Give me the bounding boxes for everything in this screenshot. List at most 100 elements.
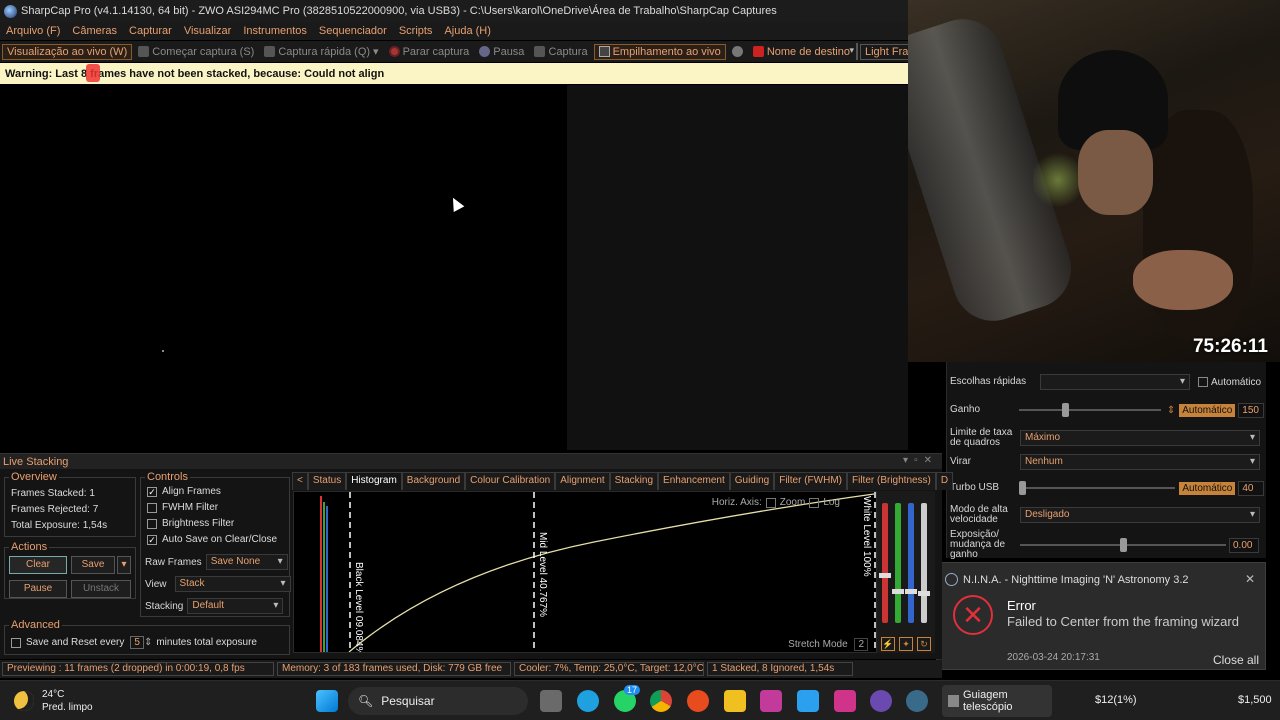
- panel-window-buttons[interactable]: ▾▫✕: [903, 455, 938, 466]
- close-icon[interactable]: ✕: [1245, 572, 1255, 586]
- nina-icon[interactable]: [906, 690, 928, 712]
- onenote-icon[interactable]: [760, 690, 782, 712]
- stop-capture-button[interactable]: Parar captura: [385, 45, 474, 59]
- clear-button[interactable]: Clear: [9, 556, 67, 574]
- tab-guiding[interactable]: Guiding: [729, 472, 775, 490]
- tab-enhancement[interactable]: Enhancement: [658, 472, 730, 490]
- usb-auto-button[interactable]: Automático: [1179, 481, 1236, 495]
- green-slider-knob[interactable]: [892, 589, 904, 594]
- tab-alignment[interactable]: Alignment: [555, 472, 610, 490]
- close-all-button[interactable]: Close all: [1213, 653, 1259, 667]
- tab-status[interactable]: Status: [307, 472, 347, 490]
- menu-sequencer[interactable]: Sequenciador: [313, 25, 393, 37]
- stretch-mode-input[interactable]: 2: [854, 638, 868, 651]
- start-button-windows-icon[interactable]: [316, 690, 338, 712]
- gain-slider[interactable]: [1018, 402, 1161, 418]
- blue-level-slider[interactable]: [908, 503, 914, 623]
- menu-help[interactable]: Ajuda (H): [438, 25, 496, 37]
- stretch-mode: Stretch Mode 2: [788, 638, 868, 651]
- align-frames-checkbox[interactable]: ✓: [147, 486, 157, 497]
- menu-capture[interactable]: Capturar: [123, 25, 178, 37]
- menu-tools[interactable]: Instrumentos: [237, 25, 313, 37]
- stacking-dropdown[interactable]: Default: [187, 598, 284, 614]
- tab-histogram[interactable]: Histogram: [346, 472, 402, 490]
- start-capture-button[interactable]: Começar captura (S): [134, 45, 258, 59]
- menu-scripts[interactable]: Scripts: [393, 25, 439, 37]
- star-icon[interactable]: ✦: [899, 637, 913, 651]
- save-options-chevron-icon[interactable]: ▾: [117, 556, 131, 574]
- auto-save-checkbox[interactable]: ✓: [147, 534, 157, 545]
- color-level-sliders: ⚡ ✦ ↻: [877, 491, 935, 653]
- stepper-arrows-icon[interactable]: ⇕: [144, 637, 152, 648]
- usb-turbo-slider[interactable]: [1018, 480, 1176, 496]
- unstack-button[interactable]: Unstack: [71, 580, 131, 598]
- red-level-slider[interactable]: [882, 503, 888, 623]
- capture-button[interactable]: Captura: [530, 45, 591, 59]
- luminance-level-slider[interactable]: [921, 503, 927, 623]
- zoom-checkbox[interactable]: [765, 497, 776, 508]
- target-name-dropdown[interactable]: [849, 43, 858, 60]
- stellarium-icon[interactable]: [870, 690, 892, 712]
- phd2-guiding-task[interactable]: Guiagem telescópio: [942, 685, 1052, 717]
- framerate-dropdown[interactable]: Máximo: [1020, 430, 1260, 446]
- quick-picks-dropdown[interactable]: [1040, 374, 1190, 390]
- histogram-display[interactable]: Black Level 09.084% Mid Level 40.767% Wh…: [293, 491, 877, 653]
- fwhm-filter-checkbox[interactable]: [147, 502, 157, 513]
- live-view-button[interactable]: Visualização ao vivo (W): [2, 43, 133, 60]
- office-icon[interactable]: [687, 690, 709, 712]
- gain-slider-thumb[interactable]: [1061, 403, 1069, 417]
- auto-checkbox[interactable]: [1198, 377, 1208, 387]
- menu-cameras[interactable]: Câmeras: [66, 25, 123, 37]
- pause-stack-button[interactable]: Pause: [9, 580, 67, 598]
- overlay-app-icon[interactable]: [86, 64, 100, 82]
- exposure-change-slider[interactable]: [1020, 537, 1226, 553]
- flip-dropdown[interactable]: Nenhum: [1020, 454, 1260, 470]
- high-speed-dropdown[interactable]: Desligado: [1020, 507, 1260, 523]
- edge-browser-icon[interactable]: [577, 690, 599, 712]
- gain-value-input[interactable]: 150: [1238, 402, 1264, 418]
- chrome-icon[interactable]: [650, 690, 672, 712]
- log-checkbox[interactable]: [809, 497, 820, 508]
- tab-stacking[interactable]: Stacking: [609, 472, 659, 490]
- quick-capture-button[interactable]: Captura rápida (Q) ▾: [260, 44, 382, 59]
- tab-colour-calibration[interactable]: Colour Calibration: [465, 472, 556, 490]
- menu-view[interactable]: Visualizar: [178, 25, 238, 37]
- tab-filter-brightness[interactable]: Filter (Brightness): [846, 472, 936, 490]
- save-button[interactable]: Save: [71, 556, 115, 574]
- weather-widget[interactable]: 24°C Pred. limpo: [14, 688, 93, 714]
- frame-type-dropdown[interactable]: Light Frames: [859, 43, 908, 60]
- tab-scroll-left[interactable]: <: [292, 472, 308, 490]
- exposure-change-input[interactable]: 0.00: [1229, 537, 1259, 553]
- exposure-slider-thumb[interactable]: [1120, 538, 1127, 552]
- raw-frames-dropdown[interactable]: Save None: [205, 554, 288, 570]
- red-slider-knob[interactable]: [879, 573, 891, 578]
- usb-slider-thumb[interactable]: [1018, 481, 1026, 495]
- error-notification: N.I.N.A. - Nighttime Imaging 'N' Astrono…: [936, 562, 1266, 670]
- tab-filter-fwhm[interactable]: Filter (FWHM): [774, 472, 847, 490]
- settings-dot-button[interactable]: [728, 45, 747, 58]
- brightness-filter-checkbox[interactable]: [147, 518, 157, 529]
- menu-file[interactable]: Arquivo (F): [0, 25, 66, 37]
- gain-auto-button[interactable]: Automático: [1179, 403, 1236, 417]
- chevron-down-icon[interactable]: ▾: [373, 45, 379, 58]
- tab-background[interactable]: Background: [401, 472, 466, 490]
- app-icon-pink[interactable]: [834, 690, 856, 712]
- tab-more[interactable]: D: [935, 472, 954, 490]
- gain-stepper[interactable]: ⇕: [1167, 405, 1175, 416]
- image-preview[interactable]: [0, 85, 567, 450]
- reset-icon[interactable]: ↻: [917, 637, 931, 651]
- pause-button[interactable]: Pausa: [475, 45, 528, 59]
- blue-slider-knob[interactable]: [905, 589, 917, 594]
- taskbar-search[interactable]: 🔍︎ Pesquisar: [348, 687, 528, 715]
- photos-icon[interactable]: [797, 690, 819, 712]
- task-view-icon[interactable]: [540, 690, 562, 712]
- luminance-slider-knob[interactable]: [918, 591, 930, 596]
- green-level-slider[interactable]: [895, 503, 901, 623]
- usb-value-input[interactable]: 40: [1238, 480, 1264, 496]
- view-dropdown[interactable]: Stack: [174, 576, 291, 592]
- auto-stretch-icon[interactable]: ⚡: [881, 637, 895, 651]
- save-reset-checkbox[interactable]: [11, 637, 21, 648]
- file-explorer-icon[interactable]: [724, 690, 746, 712]
- minutes-stepper[interactable]: 5: [130, 636, 144, 649]
- live-stacking-button[interactable]: Empilhamento ao vivo: [593, 43, 726, 60]
